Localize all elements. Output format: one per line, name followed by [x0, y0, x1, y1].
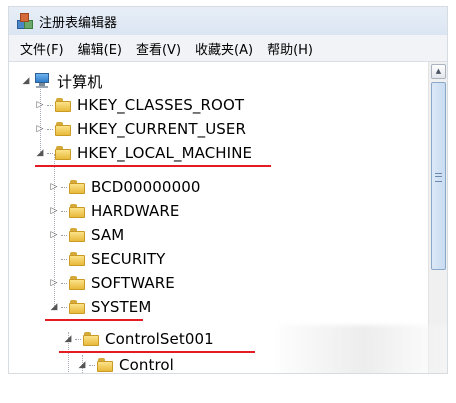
collapse-arrow-icon[interactable]: ◢ — [49, 302, 59, 312]
title-bar: 注册表编辑器 — [9, 7, 447, 35]
blurred-region — [279, 325, 447, 373]
tree-node-label: HKEY_CURRENT_USER — [77, 120, 247, 138]
folder-icon — [69, 180, 85, 194]
menu-view[interactable]: 查看(V) — [129, 37, 188, 60]
folder-icon — [69, 300, 85, 314]
expand-arrow-icon[interactable]: ▷ — [35, 124, 45, 134]
highlight-underline — [45, 319, 143, 321]
tree-node-controlset001[interactable]: ◢ ControlSet001 — [63, 327, 214, 351]
tree-node-label: BCD00000000 — [91, 178, 201, 196]
highlight-underline — [35, 165, 271, 167]
menu-bar: 文件(F) 编辑(E) 查看(V) 收藏夹(A) 帮助(H) — [9, 35, 447, 62]
tree-node-hkey-local-machine[interactable]: ◢ HKEY_LOCAL_MACHINE — [35, 141, 252, 165]
tree-node-label: SOFTWARE — [91, 274, 175, 292]
folder-icon — [83, 332, 99, 346]
tree-node-hardware[interactable]: ▷ HARDWARE — [49, 199, 180, 223]
registry-editor-window: 注册表编辑器 文件(F) 编辑(E) 查看(V) 收藏夹(A) 帮助(H) ◢ … — [8, 6, 448, 374]
folder-icon — [69, 276, 85, 290]
tree-node-label: HKEY_CLASSES_ROOT — [77, 96, 245, 114]
tree-node-hkey-classes-root[interactable]: ▷ HKEY_CLASSES_ROOT — [35, 93, 244, 117]
folder-icon — [69, 204, 85, 218]
folder-icon — [55, 146, 71, 160]
window-title: 注册表编辑器 — [39, 15, 118, 31]
menu-help[interactable]: 帮助(H) — [260, 37, 320, 60]
folder-icon — [69, 252, 85, 266]
tree-node-label: SYSTEM — [91, 298, 152, 316]
tree-node-system[interactable]: ◢ SYSTEM — [49, 295, 151, 319]
expand-arrow-icon[interactable]: ▷ — [35, 100, 45, 110]
tree-node-bcd[interactable]: ▷ BCD00000000 — [49, 175, 201, 199]
tree-node-security[interactable]: SECURITY — [49, 247, 165, 271]
expand-arrow-icon[interactable]: ▷ — [49, 278, 59, 288]
expand-arrow-icon[interactable]: ▷ — [49, 206, 59, 216]
tree-node-label: 计算机 — [57, 72, 103, 91]
folder-icon — [69, 228, 85, 242]
tree-node-sam[interactable]: ▷ SAM — [49, 223, 124, 247]
registry-editor-icon — [17, 13, 33, 29]
tree-node-computer[interactable]: ◢ 计算机 — [21, 69, 102, 93]
collapse-arrow-icon[interactable]: ◢ — [35, 148, 45, 158]
folder-icon — [97, 358, 113, 372]
expand-arrow-icon[interactable]: ▷ — [49, 230, 59, 240]
tree-node-hkey-current-user[interactable]: ▷ HKEY_CURRENT_USER — [35, 117, 246, 141]
collapse-arrow-icon[interactable]: ◢ — [77, 360, 87, 370]
collapse-arrow-icon[interactable]: ◢ — [63, 334, 73, 344]
scroll-up-arrow-icon[interactable]: ▲ — [431, 64, 446, 79]
menu-edit[interactable]: 编辑(E) — [71, 37, 129, 60]
grip-icon — [435, 173, 442, 182]
collapse-arrow-icon[interactable]: ◢ — [21, 76, 31, 86]
folder-icon — [55, 98, 71, 112]
tree-node-label: SECURITY — [91, 250, 166, 268]
expand-arrow-icon[interactable]: ▷ — [49, 182, 59, 192]
computer-icon — [33, 73, 51, 89]
menu-favorites[interactable]: 收藏夹(A) — [188, 37, 260, 60]
tree-node-label: Control — [119, 356, 174, 373]
folder-icon — [55, 122, 71, 136]
tree-node-software[interactable]: ▷ SOFTWARE — [49, 271, 175, 295]
tree-node-control[interactable]: ◢ Control — [77, 353, 174, 373]
tree-node-label: HARDWARE — [91, 202, 180, 220]
menu-file[interactable]: 文件(F) — [13, 37, 71, 60]
scrollbar-thumb[interactable] — [431, 82, 446, 270]
tree-node-label: ControlSet001 — [105, 330, 214, 348]
tree-node-label: HKEY_LOCAL_MACHINE — [77, 144, 253, 162]
tree-node-label: SAM — [91, 226, 125, 244]
